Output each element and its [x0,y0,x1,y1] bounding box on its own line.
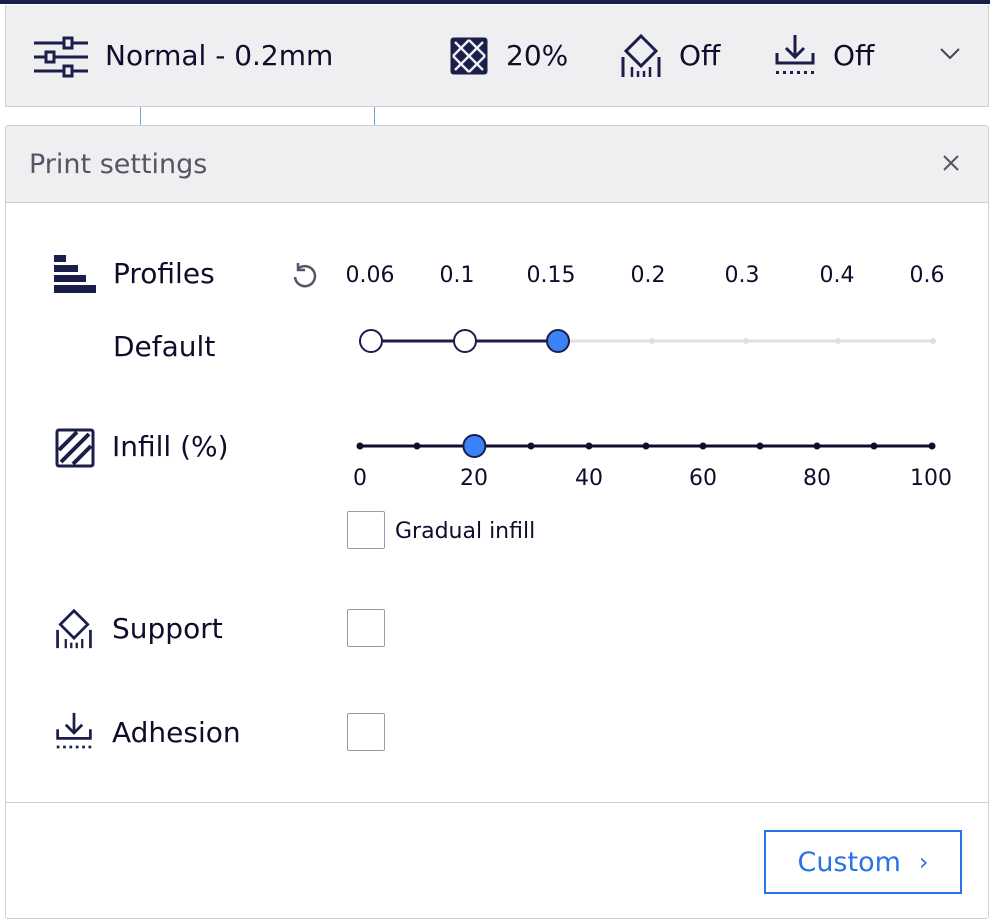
profile-tick-label: 0.2 [630,263,666,288]
panel-header: Print settings [6,126,988,203]
profile-step-dot [649,338,655,344]
panel-title: Print settings [29,149,208,180]
profile-step-dot [835,338,841,344]
infill-icon [450,37,488,75]
support-icon [56,608,92,649]
print-settings-summary-bar[interactable]: Normal - 0.2mm 20% Off Off [5,5,989,107]
adhesion-summary-value: Off [833,39,875,72]
adhesion-label: Adhesion [112,716,241,749]
profile-layer-height-slider[interactable] [346,321,946,361]
gradual-infill-label: Gradual infill [395,519,536,544]
support-checkbox[interactable] [347,609,385,647]
infill-tick-label: 60 [689,466,717,491]
profile-tick-label: 0.6 [909,263,945,288]
infill-step-dot [813,442,821,450]
infill-tick-label: 80 [803,466,831,491]
infill-label: Infill (%) [112,430,229,463]
infill-tick-label: 100 [910,466,952,491]
infill-tick-label: 40 [575,466,603,491]
infill-step-dot [527,442,535,450]
adhesion-checkbox[interactable] [347,713,385,751]
profile-summary-label: Normal - 0.2mm [105,39,334,72]
profile-step-dot [930,338,936,344]
infill-step-dot [585,442,593,450]
profile-tick-label: 0.1 [439,263,475,288]
support-summary-value: Off [679,39,721,72]
gradual-infill-checkbox[interactable] [347,511,385,549]
print-settings-panel: Print settings Profiles Default 0.06 0.1… [5,125,989,919]
profiles-label: Profiles [113,257,215,290]
infill-summary-value: 20% [506,39,569,72]
infill-step-dot [756,442,764,450]
infill-tick-label: 0 [353,466,367,491]
support-icon [621,33,661,77]
scene-guide-line [374,107,375,125]
panel-footer: Custom › [6,802,988,918]
infill-step-dot [356,442,364,450]
profile-selected-handle[interactable] [546,329,570,353]
profile-tick-label: 0.4 [819,263,855,288]
infill-tick-label: 20 [460,466,488,491]
custom-button-label: Custom [797,846,901,878]
profile-step-dot [743,338,749,344]
infill-step-dot [928,442,936,450]
scene-guide-line [140,107,141,125]
profile-option-handle[interactable] [359,329,383,353]
infill-step-dot [413,442,421,450]
infill-step-dot [699,442,707,450]
profile-tick-label: 0.06 [345,263,395,288]
settings-sliders-icon [34,36,88,78]
adhesion-icon [56,712,92,749]
infill-pattern-icon [55,428,95,468]
infill-step-dot [642,442,650,450]
profiles-icon [54,255,96,293]
profile-default-label: Default [113,330,216,363]
custom-settings-button[interactable]: Custom › [764,830,962,894]
reset-icon[interactable] [291,261,319,291]
window-top-edge [0,0,990,4]
profile-tick-label: 0.15 [526,263,576,288]
chevron-right-icon: › [918,848,929,876]
chevron-down-icon[interactable] [939,47,961,61]
infill-slider[interactable] [346,426,946,466]
profile-option-handle[interactable] [453,329,477,353]
infill-step-dot [870,442,878,450]
close-icon[interactable] [936,148,966,178]
infill-slider-handle[interactable] [462,434,487,458]
adhesion-icon [775,35,815,74]
support-label: Support [112,612,223,645]
profile-tick-label: 0.3 [724,263,760,288]
